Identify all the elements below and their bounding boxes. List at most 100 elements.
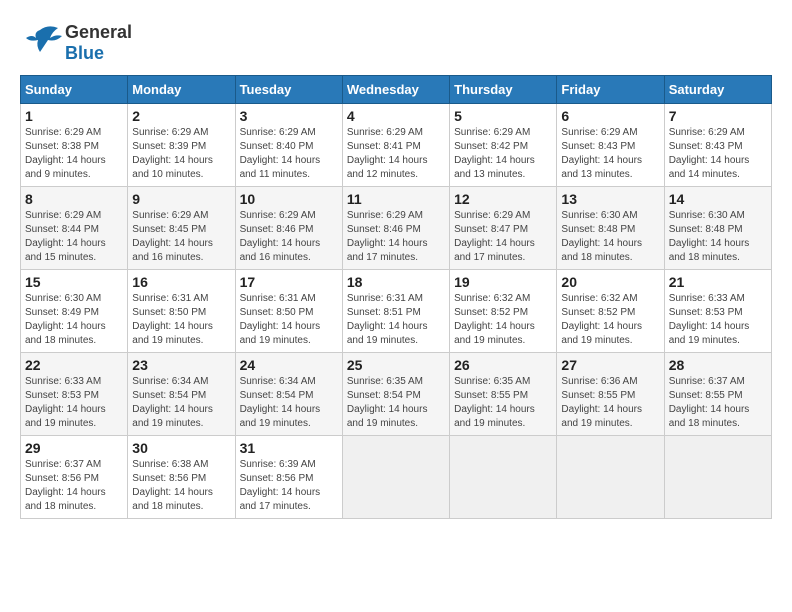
sunset-label: Sunset: 8:54 PM [132,390,206,401]
logo-text: General Blue [65,22,132,63]
calendar-cell: 17 Sunrise: 6:31 AM Sunset: 8:50 PM Dayl… [235,270,342,353]
day-number: 19 [454,274,552,290]
sunrise-label: Sunrise: 6:39 AM [240,459,316,470]
daylight-label: Daylight: 14 hours and 19 minutes. [669,321,750,346]
sunrise-label: Sunrise: 6:32 AM [454,293,530,304]
sunrise-label: Sunrise: 6:29 AM [347,210,423,221]
sunrise-label: Sunrise: 6:29 AM [347,127,423,138]
daylight-label: Daylight: 14 hours and 18 minutes. [669,404,750,429]
sunset-label: Sunset: 8:54 PM [240,390,314,401]
daylight-label: Daylight: 14 hours and 19 minutes. [132,404,213,429]
sunset-label: Sunset: 8:50 PM [132,307,206,318]
day-info: Sunrise: 6:32 AM Sunset: 8:52 PM Dayligh… [561,292,659,348]
day-number: 30 [132,440,230,456]
sunrise-label: Sunrise: 6:35 AM [347,376,423,387]
sunset-label: Sunset: 8:56 PM [240,473,314,484]
calendar-cell: 12 Sunrise: 6:29 AM Sunset: 8:47 PM Dayl… [450,187,557,270]
day-info: Sunrise: 6:29 AM Sunset: 8:45 PM Dayligh… [132,209,230,265]
weekday-header-sunday: Sunday [21,76,128,104]
sunrise-label: Sunrise: 6:29 AM [25,127,101,138]
calendar-cell: 25 Sunrise: 6:35 AM Sunset: 8:54 PM Dayl… [342,353,449,436]
sunset-label: Sunset: 8:40 PM [240,141,314,152]
day-info: Sunrise: 6:29 AM Sunset: 8:47 PM Dayligh… [454,209,552,265]
daylight-label: Daylight: 14 hours and 19 minutes. [240,404,321,429]
daylight-label: Daylight: 14 hours and 19 minutes. [454,321,535,346]
daylight-label: Daylight: 14 hours and 17 minutes. [347,238,428,263]
sunset-label: Sunset: 8:48 PM [669,224,743,235]
daylight-label: Daylight: 14 hours and 19 minutes. [561,321,642,346]
day-number: 8 [25,191,123,207]
sunrise-label: Sunrise: 6:29 AM [240,210,316,221]
calendar-cell: 13 Sunrise: 6:30 AM Sunset: 8:48 PM Dayl… [557,187,664,270]
page-header: General Blue [20,20,772,65]
sunset-label: Sunset: 8:39 PM [132,141,206,152]
calendar-cell: 7 Sunrise: 6:29 AM Sunset: 8:43 PM Dayli… [664,104,771,187]
sunset-label: Sunset: 8:43 PM [561,141,635,152]
sunrise-label: Sunrise: 6:29 AM [669,127,745,138]
sunset-label: Sunset: 8:55 PM [669,390,743,401]
day-info: Sunrise: 6:30 AM Sunset: 8:48 PM Dayligh… [669,209,767,265]
sunset-label: Sunset: 8:46 PM [240,224,314,235]
calendar-cell [664,436,771,519]
calendar-cell: 26 Sunrise: 6:35 AM Sunset: 8:55 PM Dayl… [450,353,557,436]
sunrise-label: Sunrise: 6:30 AM [669,210,745,221]
day-info: Sunrise: 6:29 AM Sunset: 8:42 PM Dayligh… [454,126,552,182]
day-number: 7 [669,108,767,124]
daylight-label: Daylight: 14 hours and 19 minutes. [240,321,321,346]
day-number: 18 [347,274,445,290]
calendar-cell: 30 Sunrise: 6:38 AM Sunset: 8:56 PM Dayl… [128,436,235,519]
sunrise-label: Sunrise: 6:30 AM [561,210,637,221]
day-info: Sunrise: 6:29 AM Sunset: 8:43 PM Dayligh… [561,126,659,182]
sunset-label: Sunset: 8:53 PM [669,307,743,318]
day-number: 3 [240,108,338,124]
daylight-label: Daylight: 14 hours and 19 minutes. [561,404,642,429]
day-info: Sunrise: 6:39 AM Sunset: 8:56 PM Dayligh… [240,458,338,514]
daylight-label: Daylight: 14 hours and 16 minutes. [132,238,213,263]
day-info: Sunrise: 6:33 AM Sunset: 8:53 PM Dayligh… [669,292,767,348]
sunrise-label: Sunrise: 6:32 AM [561,293,637,304]
sunset-label: Sunset: 8:50 PM [240,307,314,318]
day-info: Sunrise: 6:31 AM Sunset: 8:50 PM Dayligh… [240,292,338,348]
day-number: 10 [240,191,338,207]
calendar-cell: 11 Sunrise: 6:29 AM Sunset: 8:46 PM Dayl… [342,187,449,270]
daylight-label: Daylight: 14 hours and 15 minutes. [25,238,106,263]
day-info: Sunrise: 6:29 AM Sunset: 8:43 PM Dayligh… [669,126,767,182]
day-number: 20 [561,274,659,290]
sunset-label: Sunset: 8:55 PM [561,390,635,401]
day-number: 1 [25,108,123,124]
weekday-header-friday: Friday [557,76,664,104]
sunrise-label: Sunrise: 6:37 AM [669,376,745,387]
day-info: Sunrise: 6:29 AM Sunset: 8:39 PM Dayligh… [132,126,230,182]
sunrise-label: Sunrise: 6:29 AM [132,127,208,138]
day-number: 4 [347,108,445,124]
sunset-label: Sunset: 8:44 PM [25,224,99,235]
calendar-cell: 23 Sunrise: 6:34 AM Sunset: 8:54 PM Dayl… [128,353,235,436]
sunrise-label: Sunrise: 6:29 AM [561,127,637,138]
daylight-label: Daylight: 14 hours and 17 minutes. [454,238,535,263]
sunrise-label: Sunrise: 6:31 AM [347,293,423,304]
day-info: Sunrise: 6:33 AM Sunset: 8:53 PM Dayligh… [25,375,123,431]
sunset-label: Sunset: 8:52 PM [454,307,528,318]
daylight-label: Daylight: 14 hours and 18 minutes. [25,487,106,512]
daylight-label: Daylight: 14 hours and 12 minutes. [347,155,428,180]
daylight-label: Daylight: 14 hours and 18 minutes. [25,321,106,346]
sunrise-label: Sunrise: 6:35 AM [454,376,530,387]
calendar-cell: 29 Sunrise: 6:37 AM Sunset: 8:56 PM Dayl… [21,436,128,519]
daylight-label: Daylight: 14 hours and 16 minutes. [240,238,321,263]
calendar-cell: 21 Sunrise: 6:33 AM Sunset: 8:53 PM Dayl… [664,270,771,353]
day-number: 16 [132,274,230,290]
day-info: Sunrise: 6:35 AM Sunset: 8:55 PM Dayligh… [454,375,552,431]
calendar-cell: 18 Sunrise: 6:31 AM Sunset: 8:51 PM Dayl… [342,270,449,353]
weekday-header-tuesday: Tuesday [235,76,342,104]
sunset-label: Sunset: 8:45 PM [132,224,206,235]
weekday-header-thursday: Thursday [450,76,557,104]
sunset-label: Sunset: 8:55 PM [454,390,528,401]
sunrise-label: Sunrise: 6:30 AM [25,293,101,304]
sunset-label: Sunset: 8:46 PM [347,224,421,235]
weekday-header-row: SundayMondayTuesdayWednesdayThursdayFrid… [21,76,772,104]
day-number: 5 [454,108,552,124]
day-info: Sunrise: 6:31 AM Sunset: 8:51 PM Dayligh… [347,292,445,348]
calendar-cell: 24 Sunrise: 6:34 AM Sunset: 8:54 PM Dayl… [235,353,342,436]
sunset-label: Sunset: 8:42 PM [454,141,528,152]
sunset-label: Sunset: 8:54 PM [347,390,421,401]
